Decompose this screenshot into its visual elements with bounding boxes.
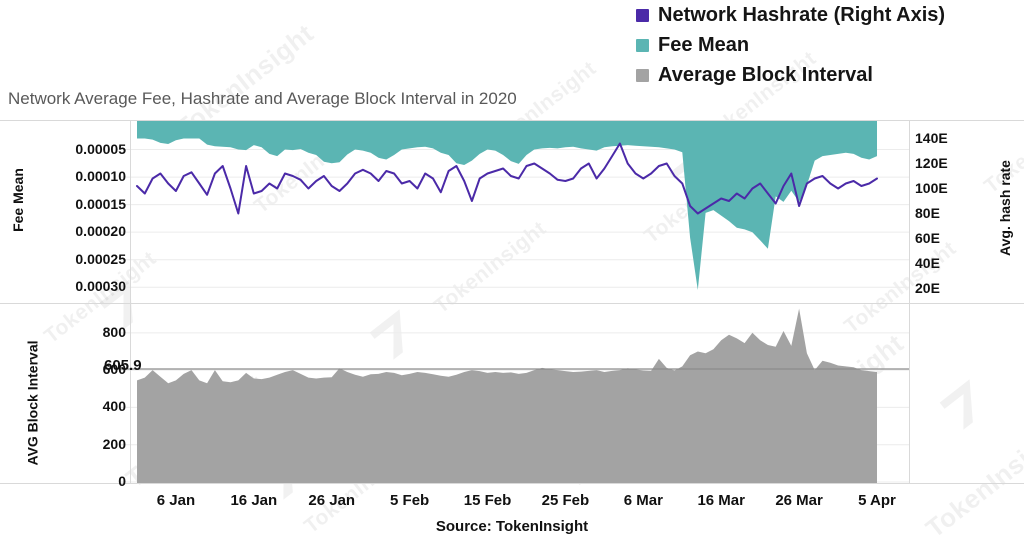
divider-bottom (0, 483, 1024, 484)
ytick-block-0: 800 (102, 323, 126, 340)
ytick-fee-0: 0.00005 (75, 140, 126, 157)
xtick-9: 5 Apr (858, 492, 896, 509)
ytick-block-2: 400 (102, 398, 126, 415)
ytick-hashrate-1: 120E (915, 154, 948, 171)
ytick-fee-2: 0.00015 (75, 195, 126, 212)
block-interval-area (137, 308, 877, 483)
ytick-fee-1: 0.00010 (75, 168, 126, 185)
ytick-hashrate-4: 60E (915, 229, 940, 246)
ytick-block-3: 200 (102, 435, 126, 452)
legend-label-hashrate: Network Hashrate (Right Axis) (658, 4, 946, 26)
legend-label-block-interval: Average Block Interval (658, 64, 873, 86)
chart-title: Network Average Fee, Hashrate and Averag… (8, 89, 517, 108)
ytick-hashrate-3: 80E (915, 204, 940, 221)
chart-legend: Network Hashrate (Right Axis) Fee Mean A… (636, 2, 945, 88)
ytick-hashrate-5: 40E (915, 254, 940, 271)
watermark-logo-icon (930, 368, 1003, 441)
legend-item-block-interval[interactable]: Average Block Interval (636, 62, 945, 88)
legend-item-hashrate[interactable]: Network Hashrate (Right Axis) (636, 2, 945, 28)
legend-item-fee-mean[interactable]: Fee Mean (636, 32, 945, 58)
ytick-hashrate-6: 20E (915, 279, 940, 296)
chart-root: TokenInsight TokenInsight TokenInsight Toke… (0, 0, 1024, 548)
ytick-block-4: 0 (118, 473, 126, 489)
ytick-fee-4: 0.00025 (75, 250, 126, 267)
ytick-fee-3: 0.00020 (75, 223, 126, 240)
divider-top (0, 120, 1024, 121)
legend-swatch-hashrate (636, 8, 649, 22)
legend-swatch-fee-mean (636, 38, 649, 52)
upper-plot (120, 120, 910, 303)
legend-label-fee-mean: Fee Mean (658, 34, 750, 56)
ytick-fee-5: 0.00030 (75, 278, 126, 295)
source-caption: Source: TokenInsight (435, 518, 589, 535)
reference-line-label: 605.9 (104, 357, 142, 374)
ytick-hashrate-2: 100E (915, 179, 948, 196)
ytick-hashrate-0: 140E (915, 129, 948, 146)
legend-swatch-block-interval (636, 68, 649, 82)
axis-title-hash-rate: Avg. hash rate (996, 160, 1013, 256)
lower-plot (120, 303, 910, 483)
divider-middle (0, 303, 1024, 304)
